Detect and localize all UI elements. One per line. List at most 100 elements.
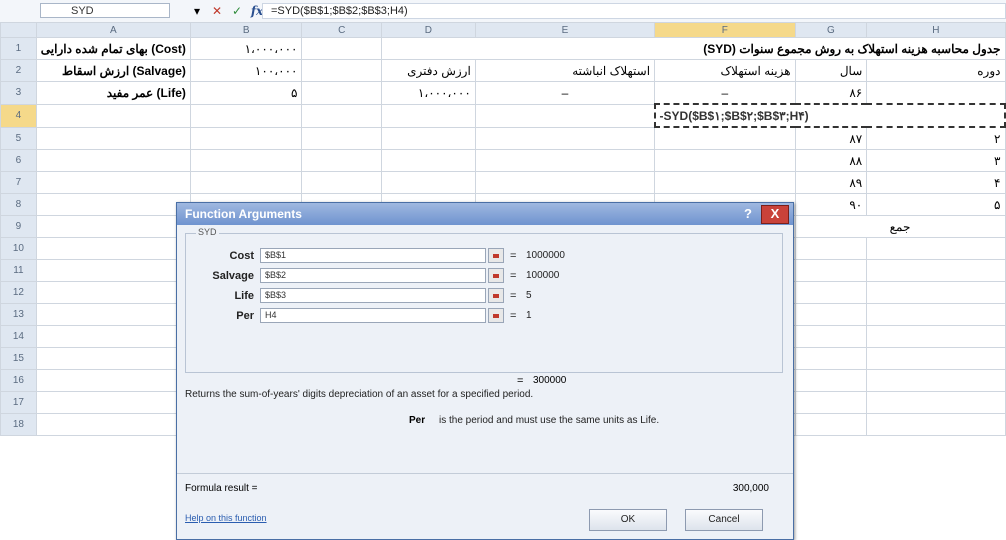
row-header[interactable]: 13 [0, 303, 37, 326]
cell-g2[interactable]: سال [794, 59, 868, 82]
column-header-f[interactable]: F [654, 22, 796, 38]
close-icon[interactable]: X [761, 205, 789, 224]
row-header[interactable]: 10 [0, 237, 37, 260]
collapse-dialog-icon[interactable] [488, 308, 504, 323]
cell-h5[interactable]: ۲ [866, 126, 1006, 150]
salvage-input[interactable]: $B$2 [260, 268, 486, 283]
cell-b1[interactable]: ۱،۰۰۰،۰۰۰ [189, 37, 303, 60]
column-header-a[interactable]: A [35, 22, 191, 38]
cell-d3[interactable]: ۱،۰۰۰،۰۰۰ [380, 81, 476, 105]
arg-value-life: 5 [526, 290, 532, 301]
collapse-dialog-icon[interactable] [488, 288, 504, 303]
table-row: 2 (Salvage) ارزش اسقاط ۱۰۰،۰۰۰ ارزش دفتر… [0, 59, 1006, 82]
column-header-g[interactable]: G [794, 22, 868, 38]
row-header[interactable]: 3 [0, 81, 37, 105]
ok-button[interactable]: OK [589, 509, 667, 531]
equals-sign: = [510, 290, 517, 302]
cell-f3[interactable]: – [654, 81, 796, 105]
row-header[interactable]: 2 [0, 59, 37, 82]
table-row: 1 (Cost) بهای تمام شده دارایی ۱،۰۰۰،۰۰۰ … [0, 37, 1006, 60]
cell-a2[interactable]: (Salvage) ارزش اسقاط [35, 59, 191, 82]
cancel-x-icon[interactable]: ✕ [210, 4, 224, 18]
cell-b2[interactable]: ۱۰۰،۰۰۰ [189, 59, 303, 82]
equals-sign: = [510, 250, 517, 262]
cell-h2[interactable]: دوره [866, 59, 1006, 82]
row-header[interactable]: 15 [0, 347, 37, 370]
row-header[interactable]: 5 [0, 126, 37, 150]
arg-value-salvage: 100000 [526, 270, 560, 281]
cell-d2[interactable]: ارزش دفتری [380, 59, 476, 82]
row-header[interactable]: 12 [0, 281, 37, 304]
column-header-e[interactable]: E [474, 22, 656, 38]
cell-d1-merged-title[interactable]: جدول محاسبه هزینه استهلاک به روش مجموع س… [380, 37, 1006, 60]
cell-g7[interactable]: ۸۹ [794, 171, 868, 194]
cancel-button[interactable]: Cancel [685, 509, 763, 531]
active-cell-f4[interactable]: -SYD($B$۱;$B$۲;$B$۳;H۴) [653, 103, 1006, 128]
select-all-corner[interactable] [0, 22, 37, 38]
cell-a1[interactable]: (Cost) بهای تمام شده دارایی [35, 37, 191, 60]
table-row: 6 ۸۸ ۳ [0, 149, 1006, 172]
collapse-dialog-icon[interactable] [488, 248, 504, 263]
cell-h8[interactable]: ۵ [866, 193, 1006, 216]
divider [177, 473, 793, 474]
cell-b4[interactable] [189, 103, 303, 128]
row-header[interactable]: 16 [0, 369, 37, 392]
per-input[interactable]: H4 [260, 308, 486, 323]
table-row: 3 (Life) عمر مفید ۵ ۱،۰۰۰،۰۰۰ – – ۸۶ [0, 81, 1006, 105]
row-header[interactable]: 9 [0, 215, 37, 238]
cell-c4[interactable] [301, 103, 382, 128]
cell-c1[interactable] [301, 37, 382, 60]
arg-row-per: Per H4 = 1 [186, 308, 782, 324]
dialog-title-bar[interactable]: Function Arguments ? X [177, 203, 793, 225]
cell-g6[interactable]: ۸۸ [794, 149, 868, 172]
cell-a4[interactable] [35, 103, 191, 128]
name-box[interactable]: SYD [40, 3, 170, 18]
cell-e3[interactable]: – [474, 81, 656, 105]
cell-g5[interactable]: ۸۷ [794, 126, 868, 150]
cell-g3[interactable]: ۸۶ [794, 81, 868, 105]
column-header-b[interactable]: B [189, 22, 303, 38]
cell-a3[interactable]: (Life) عمر مفید [35, 81, 191, 105]
cell-d4[interactable] [380, 103, 476, 128]
column-header-c[interactable]: C [301, 22, 382, 38]
cell-h6[interactable]: ۳ [866, 149, 1006, 172]
column-header-d[interactable]: D [380, 22, 476, 38]
collapse-dialog-icon[interactable] [488, 268, 504, 283]
formula-input[interactable]: =SYD($B$1;$B$2;$B$3;H4) [262, 3, 1006, 19]
row-header[interactable]: 17 [0, 391, 37, 414]
row-header[interactable]: 7 [0, 171, 37, 194]
column-header-h[interactable]: H [866, 22, 1006, 38]
row-header[interactable]: 11 [0, 259, 37, 282]
row-header[interactable]: 14 [0, 325, 37, 348]
cell-g9-total[interactable]: جمع [794, 215, 1006, 238]
life-input[interactable]: $B$3 [260, 288, 486, 303]
arg-description-name: Per [409, 415, 426, 426]
row-header[interactable]: 1 [0, 37, 37, 60]
function-arguments-dialog: Function Arguments ? X SYD Cost $B$1 = 1… [176, 202, 794, 540]
help-icon[interactable]: ? [737, 205, 759, 222]
row-header[interactable]: 6 [0, 149, 37, 172]
row-header[interactable]: 4 [0, 103, 37, 128]
arg-row-salvage: Salvage $B$2 = 100000 [186, 268, 782, 284]
row-header[interactable]: 18 [0, 413, 37, 436]
cell-f2[interactable]: هزینه استهلاک [654, 59, 796, 82]
enter-check-icon[interactable]: ✓ [230, 4, 244, 18]
dropdown-arrow-icon[interactable]: ▾ [190, 4, 204, 18]
arg-value-per: 1 [526, 310, 532, 321]
cell-h7[interactable]: ۴ [866, 171, 1006, 194]
cell-c3[interactable] [301, 81, 382, 105]
cell-c2[interactable] [301, 59, 382, 82]
cell-g8[interactable]: ۹۰ [794, 193, 868, 216]
cost-input[interactable]: $B$1 [260, 248, 486, 263]
column-header-row: A B C D E F G H [0, 22, 1006, 38]
arg-label-salvage: Salvage [212, 270, 254, 282]
help-on-function-link[interactable]: Help on this function [185, 513, 267, 523]
cell-e2[interactable]: استهلاک انباشته [474, 59, 656, 82]
cell-b3[interactable]: ۵ [189, 81, 303, 105]
dialog-title: Function Arguments [185, 207, 302, 221]
equals-sign: = [510, 270, 517, 282]
row-header[interactable]: 8 [0, 193, 37, 216]
cell-h3[interactable] [866, 81, 1006, 105]
cell-e4[interactable] [474, 103, 656, 128]
formula-bar: SYD ▾ ✕ ✓ fx =SYD($B$1;$B$2;$B$3;H4) [0, 0, 1006, 23]
